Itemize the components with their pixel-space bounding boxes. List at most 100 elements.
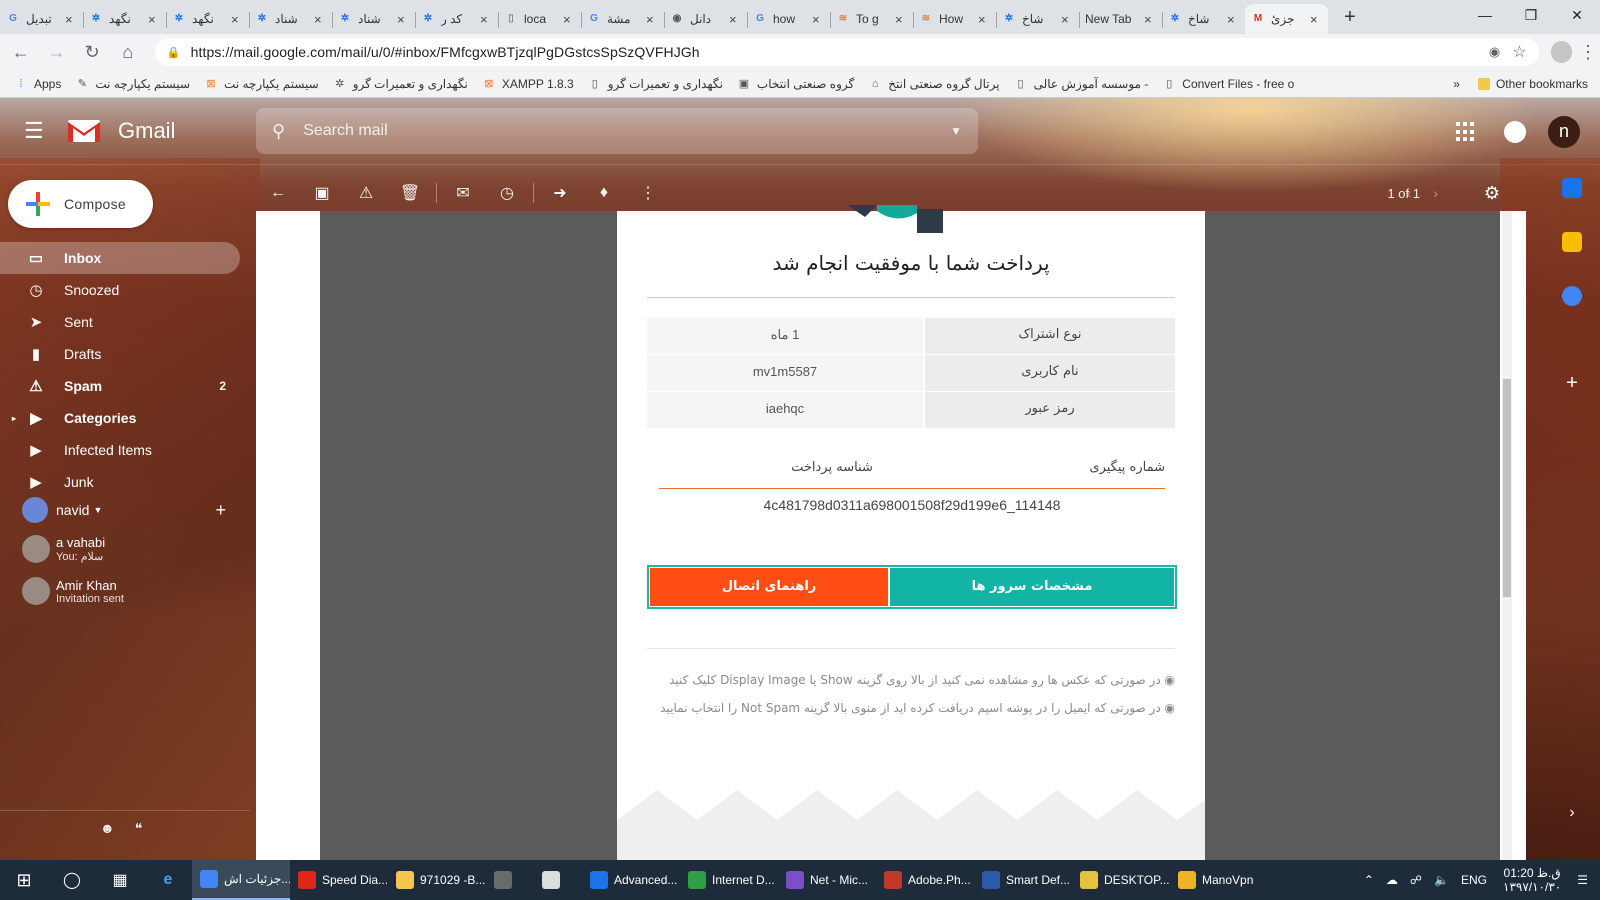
move-to-icon[interactable]: ➜ (538, 183, 582, 203)
tasks-icon[interactable] (1562, 286, 1582, 306)
chevron-down-icon[interactable]: ▼ (93, 505, 102, 515)
taskbar-app[interactable]: Net - Mic... (778, 860, 876, 900)
browser-tab[interactable]: ✲ شاخ × (1162, 4, 1245, 34)
sidebar-item-inbox[interactable]: ▭ Inbox (0, 242, 240, 274)
connection-guide-button[interactable]: راهنمای اتصال (650, 568, 888, 606)
gmail-logo[interactable] (66, 118, 102, 144)
minimize-icon[interactable]: — (1462, 0, 1508, 30)
mark-unread-icon[interactable]: ✉ (441, 183, 485, 203)
settings-gear-icon[interactable]: ⚙ (1484, 183, 1500, 204)
task-view-icon[interactable]: ▦ (96, 870, 144, 890)
hangouts-user[interactable]: navid ▼ + (0, 492, 240, 528)
close-tab-icon[interactable]: × (148, 12, 160, 27)
browser-tab[interactable]: ▯ loca × (498, 4, 581, 34)
browser-tab[interactable]: ≋ How × (913, 4, 996, 34)
close-tab-icon[interactable]: × (1144, 12, 1156, 27)
close-tab-icon[interactable]: × (231, 12, 243, 27)
google-apps-icon[interactable] (1456, 122, 1476, 142)
home-icon[interactable]: ⌂ (113, 37, 143, 67)
network-icon[interactable]: ☍ (1410, 873, 1422, 887)
bookmark-item[interactable]: ▯ Convert Files - free o (1162, 77, 1294, 91)
bookmark-item[interactable]: ▯ نگهداری و تعمیرات گرو (588, 77, 723, 91)
taskbar-app[interactable]: Adobe.Ph... (876, 860, 974, 900)
forward-icon[interactable]: → (42, 37, 72, 67)
sidebar-item-sent[interactable]: ➤ Sent (0, 306, 240, 338)
report-spam-icon[interactable]: ⚠ (344, 183, 388, 203)
taskbar-app[interactable]: جزئیات اش... (192, 860, 290, 900)
compose-button[interactable]: Compose (8, 180, 153, 228)
bookmark-item[interactable]: ✲ نگهداری و تعمیرات گرو (333, 77, 468, 91)
taskbar-app[interactable]: Internet D... (680, 860, 778, 900)
taskbar-app[interactable]: Speed Dia... (290, 860, 388, 900)
close-tab-icon[interactable]: × (563, 12, 575, 27)
close-tab-icon[interactable]: × (480, 12, 492, 27)
taskbar-app[interactable]: Advanced... (582, 860, 680, 900)
more-options-icon[interactable]: ⋮ (626, 183, 670, 203)
account-avatar[interactable]: n (1548, 116, 1580, 148)
close-tab-icon[interactable]: × (1227, 12, 1239, 27)
browser-tab[interactable]: Ghow × (747, 4, 830, 34)
taskbar-app[interactable]: 971029 -B... (388, 860, 486, 900)
edge-icon[interactable]: e (144, 871, 192, 889)
taskbar-app[interactable]: DESKTOP... (1072, 860, 1170, 900)
close-tab-icon[interactable]: × (729, 12, 741, 27)
expand-panel-icon[interactable]: › (1562, 804, 1582, 824)
calendar-icon[interactable] (1562, 178, 1582, 198)
address-bar[interactable]: 🔒 https://mail.google.com/mail/u/0/#inbo… (154, 38, 1539, 66)
browser-tab[interactable]: New Tab × (1079, 4, 1162, 34)
add-addon-icon[interactable]: + (1562, 373, 1582, 394)
sidebar-item-spam[interactable]: ⚠ Spam 2 (0, 370, 240, 402)
search-icon[interactable]: ⚲ (272, 121, 285, 142)
other-bookmarks[interactable]: Other bookmarks (1496, 77, 1588, 91)
browser-tab[interactable]: ✲ شاخ × (996, 4, 1079, 34)
bookmark-item[interactable]: ✎ سیستم یکپارچه نت (75, 77, 190, 91)
bookmark-item[interactable]: ⁞ Apps (14, 77, 61, 91)
main-menu-icon[interactable]: ☰ (24, 118, 48, 144)
language-indicator[interactable]: ENG (1461, 873, 1487, 887)
volume-icon[interactable]: 🔈 (1434, 873, 1449, 887)
close-tab-icon[interactable]: × (812, 12, 824, 27)
tracking-eye-icon[interactable]: ◉ (1489, 44, 1500, 60)
notifications-icon[interactable] (1504, 121, 1526, 143)
sidebar-item-snoozed[interactable]: ◷ Snoozed (0, 274, 240, 306)
browser-tab[interactable]: M جزئ × (1245, 4, 1328, 34)
browser-tab[interactable]: G تبدیل × (0, 4, 83, 34)
browser-tab[interactable]: ✲ کد ر × (415, 4, 498, 34)
hangouts-contact[interactable]: a vahabi You: سلام (0, 528, 240, 570)
sidebar-item-infected-items[interactable]: ▶ Infected Items (0, 434, 240, 466)
reload-icon[interactable]: ↻ (77, 37, 107, 67)
search-input[interactable]: Search mail (303, 122, 950, 140)
hangouts-icon[interactable]: ❝ (135, 820, 143, 837)
back-icon[interactable]: ← (6, 37, 36, 67)
windows-start-icon[interactable]: ⊞ (0, 870, 48, 891)
close-tab-icon[interactable]: × (646, 12, 658, 27)
pager-nav[interactable]: ‹› (1407, 185, 1460, 201)
sidebar-item-drafts[interactable]: ▮ Drafts (0, 338, 240, 370)
close-tab-icon[interactable]: × (314, 12, 326, 27)
close-tab-icon[interactable]: × (1310, 12, 1322, 27)
expand-arrow-icon[interactable]: ▸ (12, 414, 16, 423)
close-tab-icon[interactable]: × (397, 12, 409, 27)
scrollbar-thumb[interactable] (1503, 379, 1511, 597)
browser-tab[interactable]: ✲ شناد × (332, 4, 415, 34)
browser-tab[interactable]: G مشة × (581, 4, 664, 34)
delete-icon[interactable]: 🗑 (388, 183, 432, 203)
bookmark-item[interactable]: ▯ موسسه آموزش عالی - (1014, 77, 1149, 91)
browser-tab[interactable]: ✲ شناد × (249, 4, 332, 34)
close-tab-icon[interactable]: × (978, 12, 990, 27)
browser-tab[interactable]: ✲ نگهد × (166, 4, 249, 34)
url-text[interactable]: https://mail.google.com/mail/u/0/#inbox/… (191, 44, 1489, 60)
browser-tab[interactable]: ◉ دانل × (664, 4, 747, 34)
taskbar-app[interactable]: Smart Def... (974, 860, 1072, 900)
snooze-icon[interactable]: ◷ (485, 183, 529, 203)
clock[interactable]: 01:20 ق.ظ ۱۳۹۷/۱۰/۳۰ (1503, 866, 1561, 894)
browser-tab[interactable]: ≋ To g × (830, 4, 913, 34)
bookmarks-overflow-icon[interactable]: » (1453, 77, 1460, 91)
message-scrollbar[interactable] (1502, 211, 1512, 860)
close-window-icon[interactable]: ✕ (1554, 0, 1600, 30)
bookmark-star-icon[interactable]: ☆ (1512, 42, 1526, 62)
contacts-icon[interactable]: ☻ (100, 820, 115, 837)
new-tab-button[interactable]: + (1336, 4, 1364, 32)
labels-icon[interactable]: ♦ (582, 184, 626, 202)
search-options-icon[interactable]: ▼ (950, 124, 962, 138)
